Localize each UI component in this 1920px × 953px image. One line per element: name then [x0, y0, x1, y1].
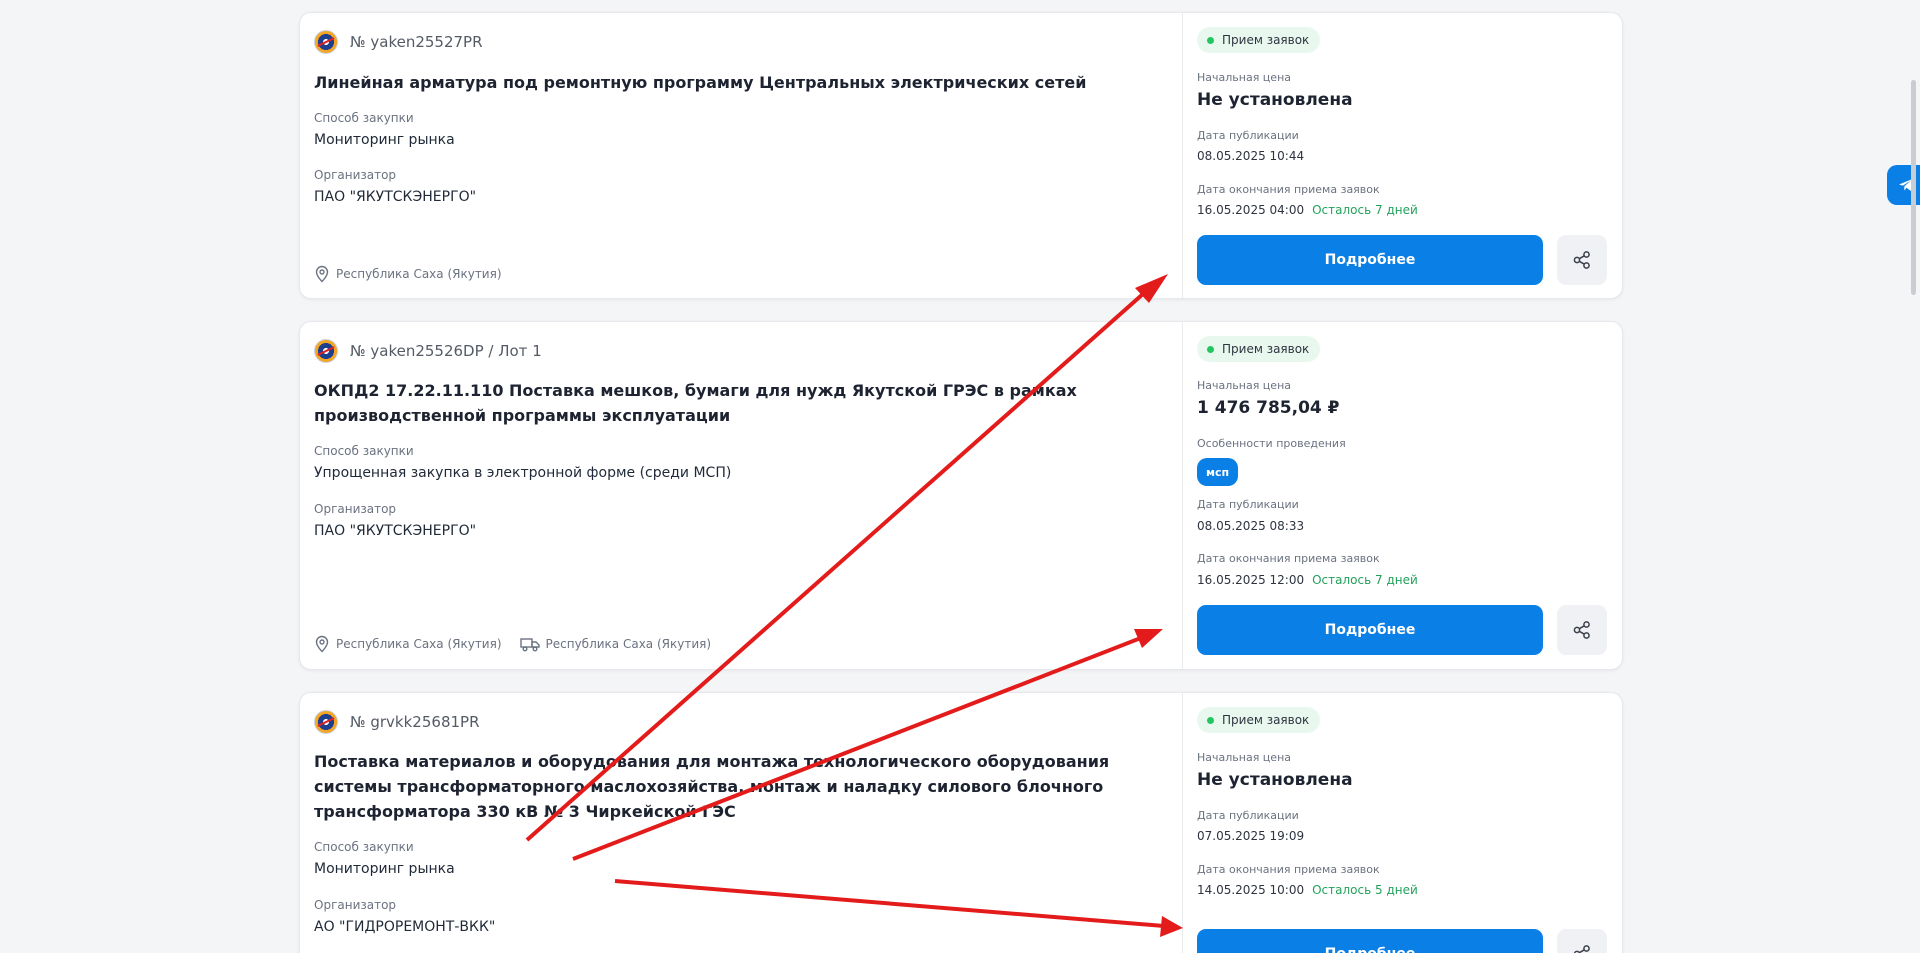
deadline-label: Дата окончания приема заявок: [1197, 183, 1380, 196]
time-remaining: Осталось 7 дней: [1312, 203, 1418, 217]
tender-title[interactable]: ОКПД2 17.22.11.110 Поставка мешков, бума…: [314, 378, 1174, 428]
start-price-label: Начальная цена: [1197, 751, 1291, 764]
procurement-method: Мониторинг рынка: [314, 132, 455, 148]
share-button[interactable]: [1557, 235, 1607, 285]
deadline: 16.05.2025 04:00 Осталось 7 дней: [1197, 203, 1418, 217]
region: Республика Саха (Якутия): [314, 265, 502, 283]
tender-card-side: Прием заявок Начальная цена Не установле…: [1182, 13, 1622, 298]
share-icon: [1573, 621, 1590, 639]
region-text: Республика Саха (Якутия): [336, 637, 502, 651]
location-pin-icon: [315, 265, 329, 283]
status-dot-icon: [1207, 716, 1214, 724]
procurement-method: Упрощенная закупка в электронной форме (…: [314, 465, 732, 481]
start-price: Не установлена: [1197, 770, 1353, 790]
details-button[interactable]: Подробнее: [1197, 605, 1543, 655]
company-logo-icon: [314, 30, 338, 54]
start-price-label: Начальная цена: [1197, 379, 1291, 392]
deadline-label: Дата окончания приема заявок: [1197, 863, 1380, 876]
region: Республика Саха (Якутия): [314, 635, 502, 653]
truck-icon: [519, 638, 540, 652]
organizer-label: Организатор: [314, 168, 397, 182]
tender-number: № grvkk25681PR: [350, 713, 480, 731]
company-logo-icon: [314, 710, 338, 734]
start-price: Не установлена: [1197, 90, 1353, 110]
delivery-region-text: Республика Саха (Якутия): [545, 637, 712, 651]
organizer-label: Организатор: [314, 502, 397, 516]
publication-date-value: 07.05.2025 19:09: [1197, 829, 1305, 843]
tender-title[interactable]: Линейная арматура под ремонтную программ…: [314, 70, 1174, 95]
location-pin-icon: [315, 635, 329, 653]
organizer: ПАО "ЯКУТСКЭНЕРГО": [314, 523, 477, 539]
deadline: 14.05.2025 10:00 Осталось 5 дней: [1197, 883, 1418, 897]
tender-card-side: Прием заявок Начальная цена 1 476 785,04…: [1182, 322, 1622, 669]
status-dot-icon: [1207, 345, 1214, 353]
features-label: Особенности проведения: [1197, 437, 1346, 450]
deadline-value: 16.05.2025 04:00: [1197, 203, 1305, 217]
procurement-method-label: Способ закупки: [314, 444, 414, 458]
company-logo-icon: [314, 339, 338, 363]
publication-date: 07.05.2025 19:09: [1197, 829, 1304, 843]
deadline-label: Дата окончания приема заявок: [1197, 552, 1380, 565]
tender-header: № grvkk25681PR: [314, 710, 480, 734]
delivery-region: Республика Саха (Якутия): [519, 636, 712, 652]
publication-date-label: Дата публикации: [1197, 498, 1299, 511]
tender-card-main: № yaken25527PR Линейная арматура под рем…: [300, 13, 1182, 298]
status-badge: Прием заявок: [1197, 707, 1321, 733]
publication-date-value: 08.05.2025 08:33: [1197, 519, 1305, 533]
publication-date: 08.05.2025 10:44: [1197, 149, 1304, 163]
time-remaining: Осталось 7 дней: [1312, 573, 1418, 587]
deadline-value: 14.05.2025 10:00: [1197, 883, 1305, 897]
tender-card: № grvkk25681PR Поставка материалов и обо…: [299, 692, 1623, 953]
tender-card: № yaken25527PR Линейная арматура под рем…: [299, 12, 1623, 299]
status-text: Прием заявок: [1222, 33, 1310, 47]
deadline: 16.05.2025 12:00 Осталось 7 дней: [1197, 573, 1418, 587]
tender-card-main: № yaken25526DP / Лот 1 ОКПД2 17.22.11.11…: [300, 322, 1182, 669]
region-row: Республика Саха (Якутия): [314, 265, 502, 283]
publication-date-label: Дата публикации: [1197, 809, 1299, 822]
share-icon: [1573, 251, 1590, 269]
time-remaining: Осталось 5 дней: [1312, 883, 1418, 897]
organizer: АО "ГИДРОРЕМОНТ-ВКК": [314, 919, 496, 935]
tender-header: № yaken25526DP / Лот 1: [314, 339, 542, 363]
organizer-label: Организатор: [314, 898, 397, 912]
region-text: Республика Саха (Якутия): [336, 267, 502, 281]
share-button[interactable]: [1557, 605, 1607, 655]
scrollbar-thumb[interactable]: [1911, 80, 1916, 295]
tender-card-main: № grvkk25681PR Поставка материалов и обо…: [300, 693, 1182, 953]
details-button[interactable]: Подробнее: [1197, 235, 1543, 285]
procurement-method-label: Способ закупки: [314, 111, 414, 125]
start-price-label: Начальная цена: [1197, 71, 1291, 84]
tender-title[interactable]: Поставка материалов и оборудования для м…: [314, 749, 1134, 824]
status-text: Прием заявок: [1222, 342, 1310, 356]
tender-card: № yaken25526DP / Лот 1 ОКПД2 17.22.11.11…: [299, 321, 1623, 670]
organizer: ПАО "ЯКУТСКЭНЕРГО": [314, 189, 477, 205]
deadline-value: 16.05.2025 12:00: [1197, 573, 1305, 587]
publication-date-value: 08.05.2025 10:44: [1197, 149, 1305, 163]
status-text: Прием заявок: [1222, 713, 1310, 727]
status-dot-icon: [1207, 36, 1214, 44]
procurement-method: Мониторинг рынка: [314, 861, 455, 877]
tender-card-side: Прием заявок Начальная цена Не установле…: [1182, 693, 1622, 953]
status-badge: Прием заявок: [1197, 27, 1321, 53]
status-badge: Прием заявок: [1197, 336, 1321, 362]
procurement-method-label: Способ закупки: [314, 840, 414, 854]
publication-date-label: Дата публикации: [1197, 129, 1299, 142]
region-row: Республика Саха (Якутия) Республика Саха…: [314, 635, 711, 653]
msp-badge: мсп: [1197, 458, 1239, 486]
tender-header: № yaken25527PR: [314, 30, 483, 54]
details-button[interactable]: Подробнее: [1197, 929, 1543, 953]
start-price: 1 476 785,04 ₽: [1197, 398, 1340, 418]
tender-number: № yaken25526DP / Лот 1: [350, 342, 542, 360]
tender-number: № yaken25527PR: [350, 33, 483, 51]
publication-date: 08.05.2025 08:33: [1197, 519, 1304, 533]
share-button[interactable]: [1557, 929, 1607, 953]
share-icon: [1573, 945, 1590, 953]
